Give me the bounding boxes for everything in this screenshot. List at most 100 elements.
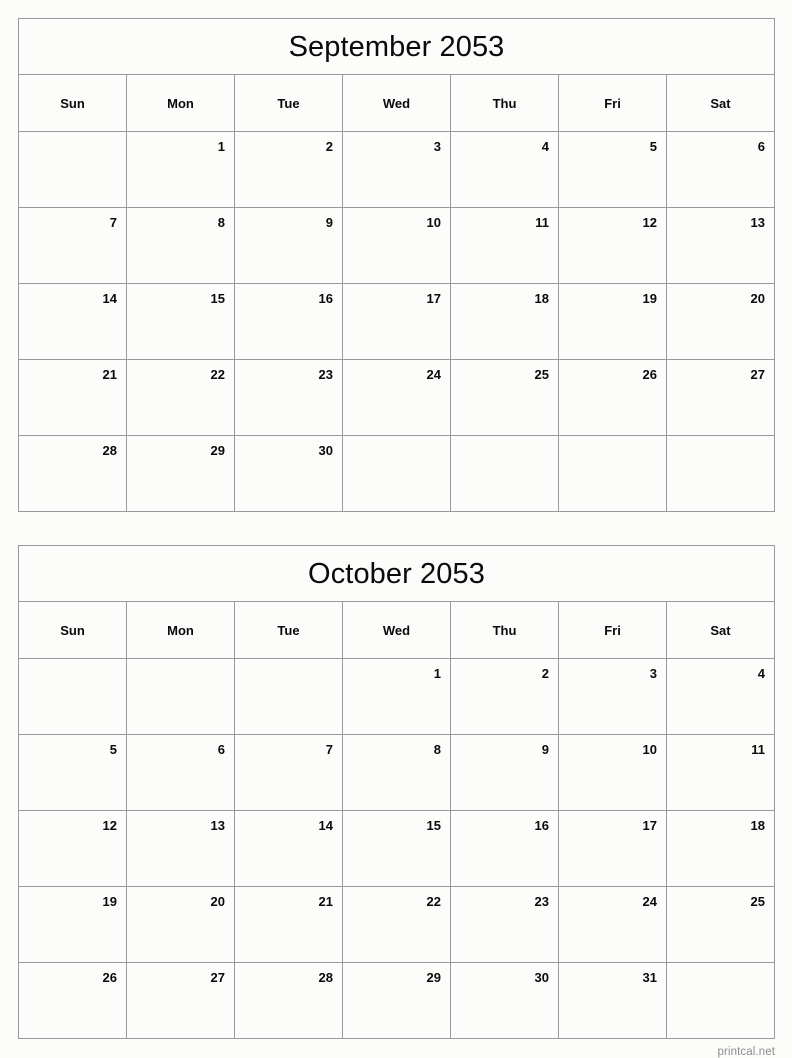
week-row: 1 2 3 4 [19, 659, 774, 735]
day-cell[interactable]: 30 [451, 963, 559, 1039]
day-cell[interactable]: 7 [235, 735, 343, 811]
day-cell[interactable]: 26 [559, 360, 667, 436]
week-row: 5 6 7 8 9 10 11 [19, 735, 774, 811]
day-cell[interactable]: 17 [343, 284, 451, 360]
weekday-header-wed: Wed [343, 75, 451, 132]
day-cell[interactable]: 10 [559, 735, 667, 811]
day-cell[interactable]: 12 [559, 208, 667, 284]
day-cell[interactable] [19, 659, 127, 735]
day-cell[interactable]: 9 [235, 208, 343, 284]
day-cell[interactable]: 14 [235, 811, 343, 887]
day-cell[interactable]: 2 [235, 132, 343, 208]
day-cell[interactable]: 22 [127, 360, 235, 436]
month-block-september: September 2053 Sun Mon Tue Wed Thu Fri S… [18, 18, 775, 512]
day-cell[interactable]: 23 [235, 360, 343, 436]
week-row: 26 27 28 29 30 31 [19, 963, 774, 1039]
week-row: 1 2 3 4 5 6 [19, 132, 774, 208]
day-cell[interactable]: 20 [667, 284, 774, 360]
day-cell[interactable] [19, 132, 127, 208]
weekday-header-fri: Fri [559, 75, 667, 132]
day-cell[interactable]: 19 [19, 887, 127, 963]
day-cell[interactable]: 14 [19, 284, 127, 360]
day-cell[interactable]: 21 [19, 360, 127, 436]
day-cell[interactable]: 23 [451, 887, 559, 963]
day-cell[interactable]: 18 [667, 811, 774, 887]
day-cell[interactable]: 21 [235, 887, 343, 963]
weekday-header-sat: Sat [667, 602, 774, 659]
weekday-header-sun: Sun [19, 75, 127, 132]
day-cell[interactable] [451, 436, 559, 512]
week-row: 14 15 16 17 18 19 20 [19, 284, 774, 360]
day-cell[interactable]: 25 [667, 887, 774, 963]
day-cell[interactable]: 11 [667, 735, 774, 811]
weekday-header-thu: Thu [451, 602, 559, 659]
weekday-header-sun: Sun [19, 602, 127, 659]
day-cell[interactable]: 1 [127, 132, 235, 208]
day-cell[interactable] [343, 436, 451, 512]
day-cell[interactable]: 8 [343, 735, 451, 811]
day-cell[interactable] [235, 659, 343, 735]
day-cell[interactable] [127, 659, 235, 735]
day-cell[interactable]: 5 [559, 132, 667, 208]
day-cell[interactable] [559, 436, 667, 512]
weekday-header-mon: Mon [127, 75, 235, 132]
day-cell[interactable]: 13 [667, 208, 774, 284]
day-cell[interactable]: 27 [127, 963, 235, 1039]
day-cell[interactable]: 2 [451, 659, 559, 735]
day-cell[interactable]: 31 [559, 963, 667, 1039]
day-cell[interactable]: 15 [127, 284, 235, 360]
day-cell[interactable]: 13 [127, 811, 235, 887]
day-cell[interactable]: 6 [667, 132, 774, 208]
day-cell[interactable]: 5 [19, 735, 127, 811]
day-cell[interactable]: 29 [127, 436, 235, 512]
day-cell[interactable]: 16 [235, 284, 343, 360]
day-cell[interactable]: 18 [451, 284, 559, 360]
day-cell[interactable] [667, 436, 774, 512]
day-cell[interactable]: 29 [343, 963, 451, 1039]
week-row: 12 13 14 15 16 17 18 [19, 811, 774, 887]
week-row: 28 29 30 [19, 436, 774, 512]
day-cell[interactable]: 3 [559, 659, 667, 735]
day-cell[interactable]: 16 [451, 811, 559, 887]
day-cell[interactable]: 22 [343, 887, 451, 963]
day-cell[interactable]: 12 [19, 811, 127, 887]
day-cell[interactable]: 10 [343, 208, 451, 284]
month-title-september: September 2053 [19, 19, 774, 75]
week-row: 21 22 23 24 25 26 27 [19, 360, 774, 436]
footer-credit[interactable]: printcal.net [18, 1039, 775, 1058]
weekday-header-sat: Sat [667, 75, 774, 132]
weekday-header-tue: Tue [235, 75, 343, 132]
day-cell[interactable]: 20 [127, 887, 235, 963]
day-cell[interactable]: 4 [451, 132, 559, 208]
day-cell[interactable]: 30 [235, 436, 343, 512]
day-cell[interactable]: 28 [19, 436, 127, 512]
calendar-page: September 2053 Sun Mon Tue Wed Thu Fri S… [0, 0, 792, 1058]
day-cell[interactable]: 19 [559, 284, 667, 360]
day-cell[interactable]: 25 [451, 360, 559, 436]
weekday-header-fri: Fri [559, 602, 667, 659]
day-cell[interactable]: 11 [451, 208, 559, 284]
day-cell[interactable]: 26 [19, 963, 127, 1039]
weekday-header-thu: Thu [451, 75, 559, 132]
day-cell[interactable]: 17 [559, 811, 667, 887]
day-cell[interactable]: 8 [127, 208, 235, 284]
day-cell[interactable]: 6 [127, 735, 235, 811]
month-title-october: October 2053 [19, 546, 774, 602]
week-row: 19 20 21 22 23 24 25 [19, 887, 774, 963]
week-row: 7 8 9 10 11 12 13 [19, 208, 774, 284]
weekday-header-mon: Mon [127, 602, 235, 659]
day-cell[interactable]: 28 [235, 963, 343, 1039]
day-cell[interactable]: 3 [343, 132, 451, 208]
day-cell[interactable]: 24 [343, 360, 451, 436]
day-cell[interactable]: 7 [19, 208, 127, 284]
day-cell[interactable]: 15 [343, 811, 451, 887]
day-cell[interactable]: 27 [667, 360, 774, 436]
day-cell[interactable]: 24 [559, 887, 667, 963]
day-cell[interactable]: 1 [343, 659, 451, 735]
weekday-header-wed: Wed [343, 602, 451, 659]
day-cell[interactable] [667, 963, 774, 1039]
month-block-october: October 2053 Sun Mon Tue Wed Thu Fri Sat… [18, 545, 775, 1039]
day-cell[interactable]: 4 [667, 659, 774, 735]
day-cell[interactable]: 9 [451, 735, 559, 811]
